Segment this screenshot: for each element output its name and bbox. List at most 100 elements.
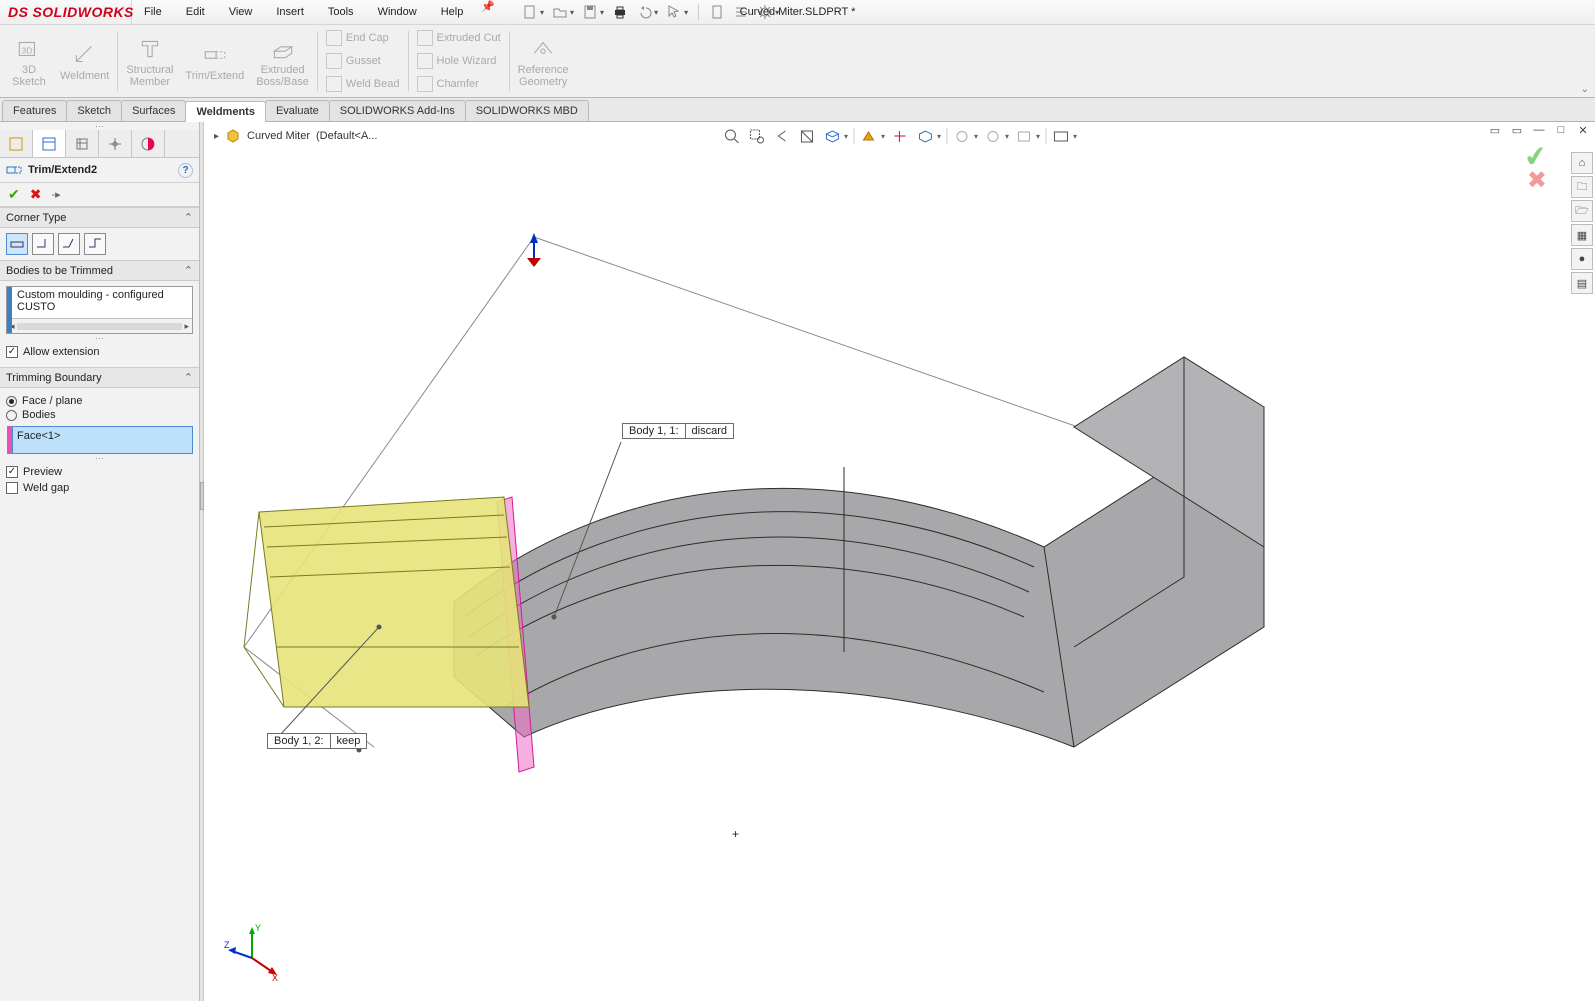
list-grip[interactable]: ⋯ (6, 334, 193, 342)
corner-type-1[interactable] (6, 233, 28, 255)
cmd-extruded-boss[interactable]: ExtrudedBoss/Base (250, 25, 315, 97)
cmd-structural-member[interactable]: StructuralMember (120, 25, 179, 97)
breadcrumb-expand-icon[interactable]: ▸ (214, 131, 219, 142)
graphics-area[interactable]: ▸ Curved Miter (Default<A... ▾ ▾ ▾ ▾ ▾ ▾… (204, 122, 1595, 1001)
list-grip[interactable]: ⋯ (6, 454, 193, 462)
previous-view-icon[interactable] (772, 126, 792, 146)
mdi-restore-a-icon[interactable]: ▭ (1487, 124, 1503, 137)
cmd-hole-wizard[interactable]: Hole Wizard (417, 51, 501, 72)
cmd-weld-bead[interactable]: Weld Bead (326, 74, 400, 95)
pm-tab-dimxpert[interactable] (99, 130, 132, 157)
qat-open[interactable]: ▾ (550, 2, 576, 22)
menu-edit[interactable]: Edit (174, 0, 217, 25)
taskpane-view-palette-icon[interactable]: ▦ (1571, 224, 1593, 246)
view-setting-icon[interactable] (983, 126, 1003, 146)
ribbon-expand-icon[interactable]: ⌄ (1581, 84, 1589, 95)
sketch-3d-icon: 3D (16, 36, 42, 62)
cmd-3d-sketch[interactable]: 3D 3DSketch (4, 25, 54, 97)
pm-cancel-button[interactable]: ✖ (30, 186, 42, 203)
mdi-maximize-icon[interactable]: □ (1553, 124, 1569, 137)
apply-scene-icon[interactable] (952, 126, 972, 146)
tab-features[interactable]: Features (2, 100, 67, 121)
cmd-extruded-cut[interactable]: Extruded Cut (417, 28, 501, 49)
callout-body-keep[interactable]: Body 1, 2: keep (267, 733, 367, 749)
qat-select[interactable]: ▾ (664, 2, 690, 22)
hide-show-icon[interactable] (890, 126, 910, 146)
mdi-minimize-icon[interactable]: — (1531, 124, 1547, 137)
zoom-area-icon[interactable] (747, 126, 767, 146)
corner-type-3[interactable] (58, 233, 80, 255)
menu-file[interactable]: File (132, 0, 174, 25)
breadcrumb[interactable]: ▸ Curved Miter (Default<A... (214, 128, 377, 144)
cmd-end-cap[interactable]: End Cap (326, 28, 400, 49)
chevron-up-icon: ⌃ (184, 211, 193, 224)
qat-undo[interactable]: ▾ (634, 2, 660, 22)
render-tools-icon[interactable] (1014, 126, 1034, 146)
taskpane-appearances-icon[interactable]: ● (1571, 248, 1593, 270)
taskpane-design-library-icon[interactable]: 🗀 (1571, 176, 1593, 198)
cmd-gusset[interactable]: Gusset (326, 51, 400, 72)
qat-new[interactable]: ▾ (520, 2, 546, 22)
menu-window[interactable]: Window (366, 0, 429, 25)
view-triad[interactable]: Y X Z (222, 923, 282, 983)
zoom-fit-icon[interactable] (722, 126, 742, 146)
reject-feature-icon[interactable]: ✖ (1527, 166, 1547, 195)
menu-tools[interactable]: Tools (316, 0, 366, 25)
pin-menu-icon[interactable]: 📌 (481, 0, 495, 25)
bodies-selection-item[interactable]: Custom moulding - configured CUSTO (7, 287, 192, 315)
pm-help-icon[interactable]: ? (178, 163, 193, 178)
qat-options-list[interactable] (731, 2, 751, 22)
cmd-reference-geometry[interactable]: ReferenceGeometry (512, 25, 575, 97)
section-bodies-header[interactable]: Bodies to be Trimmed⌃ (0, 260, 199, 281)
edit-appearance-icon[interactable] (915, 126, 935, 146)
cmd-trim-extend[interactable]: Trim/Extend (179, 25, 250, 97)
boundary-bodies-radio[interactable]: Bodies (6, 409, 193, 421)
pm-tab-configuration[interactable] (66, 130, 99, 157)
cmd-chamfer[interactable]: Chamfer (417, 74, 501, 95)
tab-sketch[interactable]: Sketch (66, 100, 122, 121)
screen-capture-icon[interactable] (1051, 126, 1071, 146)
tab-surfaces[interactable]: Surfaces (121, 100, 186, 121)
corner-type-4[interactable] (84, 233, 106, 255)
qat-rebuild[interactable] (707, 2, 727, 22)
weld-gap-checkbox[interactable]: Weld gap (6, 482, 193, 494)
tab-evaluate[interactable]: Evaluate (265, 100, 330, 121)
bodies-selection-scroll[interactable]: ◂▸ (7, 318, 192, 333)
menu-view[interactable]: View (217, 0, 265, 25)
taskpane-custom-props-icon[interactable]: ▤ (1571, 272, 1593, 294)
menu-help[interactable]: Help (429, 0, 476, 25)
pm-tab-feature-tree[interactable] (0, 130, 33, 157)
pm-tab-property-manager[interactable] (33, 130, 66, 157)
bodies-selection-list[interactable]: Custom moulding - configured CUSTO ◂▸ (6, 286, 193, 334)
taskpane-resources-icon[interactable]: ⌂ (1571, 152, 1593, 174)
boundary-selection-list[interactable]: Face<1> (12, 426, 193, 454)
model-viewport[interactable] (204, 147, 1384, 907)
tab-add-ins[interactable]: SOLIDWORKS Add-Ins (329, 100, 466, 121)
view-orientation-icon[interactable] (822, 126, 842, 146)
qat-options[interactable]: ▾ (755, 2, 781, 22)
end-cap-icon (326, 30, 342, 46)
pm-ok-button[interactable]: ✔ (8, 186, 20, 203)
allow-extension-checkbox[interactable]: ✓Allow extension (6, 346, 193, 358)
display-style-icon[interactable] (859, 126, 879, 146)
boundary-selection-item[interactable]: Face<1> (17, 430, 60, 442)
preview-checkbox[interactable]: ✓Preview (6, 466, 193, 478)
boundary-face-plane-radio[interactable]: Face / plane (6, 395, 193, 407)
mdi-restore-b-icon[interactable]: ▭ (1509, 124, 1525, 137)
section-corner-type-header[interactable]: Corner Type⌃ (0, 207, 199, 228)
mdi-close-icon[interactable]: ✕ (1575, 124, 1591, 137)
tab-mbd[interactable]: SOLIDWORKS MBD (465, 100, 589, 121)
section-boundary-header[interactable]: Trimming Boundary⌃ (0, 367, 199, 388)
panel-grip-top[interactable]: ⋯ (0, 122, 199, 130)
pm-pushpin-button[interactable]: -▸ (51, 188, 60, 201)
section-view-icon[interactable] (797, 126, 817, 146)
qat-print[interactable] (610, 2, 630, 22)
callout-body-discard[interactable]: Body 1, 1: discard (622, 423, 734, 439)
qat-save[interactable]: ▾ (580, 2, 606, 22)
menu-insert[interactable]: Insert (264, 0, 316, 25)
pm-tab-display[interactable] (132, 130, 165, 157)
tab-weldments[interactable]: Weldments (185, 101, 265, 122)
taskpane-file-explorer-icon[interactable]: 🗁 (1571, 200, 1593, 222)
cmd-weldment[interactable]: Weldment (54, 25, 115, 97)
corner-type-2[interactable] (32, 233, 54, 255)
